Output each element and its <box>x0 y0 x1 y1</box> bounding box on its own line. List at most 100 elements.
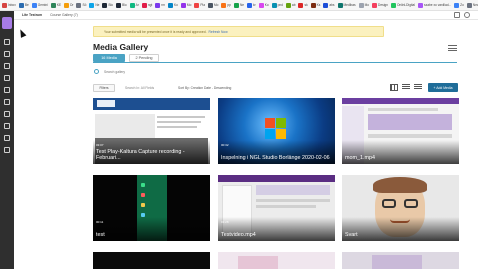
filters-button[interactable]: Filters <box>93 84 115 92</box>
media-card[interactable]: Svart <box>342 175 459 241</box>
bookmark-item[interactable]: KE <box>50 1 61 10</box>
media-card[interactable]: 03:07 Test Play-Kaltura Capture recordin… <box>93 98 210 164</box>
bookmark-label: Medibas <box>343 3 356 7</box>
bookmark-favicon-icon <box>418 2 424 8</box>
bookmark-item[interactable]: ngt <box>141 1 152 10</box>
bookmark-item[interactable]: Ne <box>89 1 99 10</box>
bookmark-favicon-icon <box>129 2 135 8</box>
media-title[interactable]: test <box>96 232 206 238</box>
media-card[interactable] <box>342 252 459 269</box>
mouse-cursor-icon <box>17 28 27 38</box>
media-card[interactable]: 00:11 test <box>93 175 210 241</box>
media-title[interactable]: mom_1.mp4 <box>345 155 455 161</box>
tab-underline <box>93 62 457 63</box>
bookmark-item[interactable]: Be <box>18 1 29 10</box>
bookmarks-bar: Inbox Be Gemini KE Dr Sö Ne Blo Blo Ar ngt rm Ko Mo Pl… <box>0 0 478 11</box>
bookmark-item[interactable]: New Tab <box>466 1 478 10</box>
user-icon[interactable] <box>4 63 10 69</box>
bookmark-item[interactable]: Dr <box>64 1 73 10</box>
bookmark-item[interactable]: pnd <box>271 1 283 10</box>
media-duration: 01:28 <box>221 220 229 224</box>
list-view-icon[interactable] <box>414 84 422 91</box>
sort-dropdown[interactable]: Sort By: Creation Date - Descending <box>178 86 231 90</box>
refresh-link[interactable]: Refresh Now <box>209 30 228 34</box>
media-card[interactable]: mom_1.mp4 <box>342 98 459 164</box>
bookmark-label: Ks <box>316 3 321 7</box>
bookmark-favicon-icon <box>466 2 472 8</box>
grades-icon[interactable] <box>4 111 10 117</box>
bookmark-item[interactable]: Pla <box>194 1 205 10</box>
bookmark-item[interactable]: sk <box>298 1 308 10</box>
media-title[interactable]: Test Play-Kaltura Capture recording - Fe… <box>96 149 206 161</box>
media-card[interactable] <box>93 252 210 269</box>
bookmark-label: abs <box>329 3 335 7</box>
bookmark-item[interactable]: kr <box>247 1 256 10</box>
bookmark-item[interactable]: abs <box>323 1 335 10</box>
bookmark-label: kr <box>253 3 256 7</box>
detailed-view-icon[interactable] <box>402 84 410 91</box>
bookmark-favicon-icon <box>454 2 460 8</box>
help-icon[interactable] <box>4 135 10 141</box>
tools-icon[interactable] <box>4 123 10 129</box>
media-title[interactable]: Svart <box>345 232 455 238</box>
media-card[interactable]: 00:32 Inspelning i NGL Studio Borlänge 2… <box>218 98 335 164</box>
bookmark-favicon-icon <box>64 2 70 8</box>
search-in-dropdown[interactable]: Search In: All Fields <box>125 86 154 90</box>
bookmark-item[interactable]: Inbox <box>2 1 16 10</box>
profile-icon[interactable] <box>464 12 470 18</box>
bookmark-item[interactable]: Mo <box>180 1 191 10</box>
bookmark-item[interactable]: Ko <box>168 1 178 10</box>
bookmark-label: szabe xo vanillad... <box>424 3 452 7</box>
bookmark-item[interactable]: Zo <box>454 1 464 10</box>
courses-icon[interactable] <box>4 75 10 81</box>
bookmark-item[interactable]: szabe xo vanillad... <box>418 1 451 10</box>
search-input[interactable] <box>104 68 224 75</box>
bookmark-item[interactable]: Ko <box>258 1 269 10</box>
actions-menu-icon[interactable] <box>448 45 457 51</box>
bookmark-label: sk <box>304 3 308 7</box>
bookmark-item[interactable]: Design <box>372 1 388 10</box>
media-card[interactable]: 01:28 Testvideo.mp4 <box>218 175 335 241</box>
page-title: Media Gallery <box>93 42 149 52</box>
bookmark-item[interactable]: Mo <box>358 1 369 10</box>
bookmark-item[interactable]: pp <box>221 1 231 10</box>
breadcrumb-gallery[interactable]: Course Gallery (7) <box>50 13 78 17</box>
bookmark-label: Ko <box>264 3 269 7</box>
media-title[interactable]: Testvideo.mp4 <box>221 232 331 238</box>
bookmark-label: Dr <box>70 3 74 7</box>
tab-pending[interactable]: 2 Pending <box>129 54 159 62</box>
bookmark-item[interactable]: Medibas <box>337 1 356 10</box>
bookmark-item[interactable]: Ks <box>310 1 321 10</box>
bookmark-favicon-icon <box>221 2 227 8</box>
bookmark-item[interactable]: Gemini <box>31 1 48 10</box>
bookmark-item[interactable]: Onlinl-Digital <box>390 1 416 10</box>
app-logo[interactable] <box>2 17 12 29</box>
breadcrumb-course[interactable]: Lite Testrum <box>22 13 42 17</box>
media-card[interactable] <box>218 252 335 269</box>
bookmark-item[interactable]: Sö <box>76 1 86 10</box>
media-title[interactable]: Inspelning i NGL Studio Borlänge 2020-02… <box>221 155 331 161</box>
window-icon[interactable] <box>454 12 460 18</box>
bookmark-favicon-icon <box>18 2 24 8</box>
bookmark-favicon-icon <box>247 2 253 8</box>
home-icon[interactable] <box>4 39 10 45</box>
bookmark-favicon-icon <box>155 2 161 8</box>
bookmark-item[interactable]: Ar <box>129 1 139 10</box>
bookmark-label: rm <box>161 3 166 7</box>
bookmark-label: Blo <box>122 3 127 7</box>
settings-icon[interactable] <box>4 147 10 153</box>
calendar-icon[interactable] <box>4 87 10 93</box>
bookmark-item[interactable]: rm <box>155 1 165 10</box>
bookmark-item[interactable]: Blo <box>102 1 113 10</box>
bookmark-label: Onlinl-Digital <box>396 3 416 7</box>
bookmark-item[interactable]: Mo <box>207 1 218 10</box>
bookmark-favicon-icon <box>310 2 316 8</box>
bookmark-item[interactable]: ab <box>285 1 295 10</box>
bookmark-item[interactable]: Blo <box>116 1 127 10</box>
add-media-button[interactable]: + Add Media <box>428 83 458 92</box>
search-icon[interactable] <box>4 51 10 57</box>
messages-icon[interactable] <box>4 99 10 105</box>
grid-view-icon[interactable] <box>390 84 398 91</box>
tab-media[interactable]: 16 Media <box>93 54 125 62</box>
bookmark-item[interactable]: Ne <box>233 1 244 10</box>
